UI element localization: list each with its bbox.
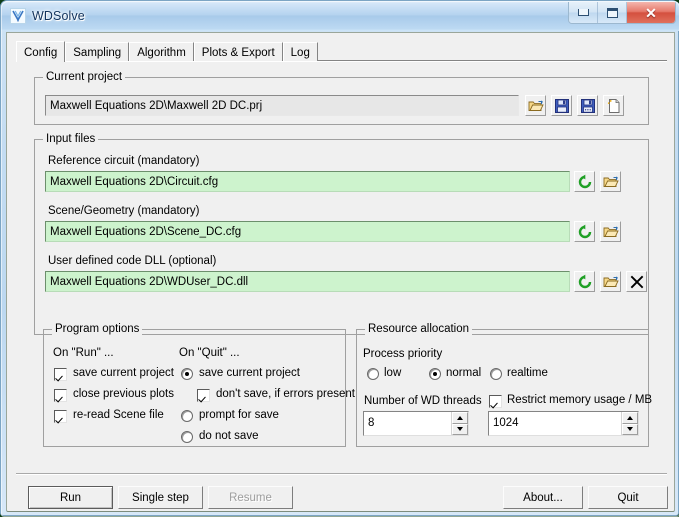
radio-quit-save-current-project[interactable] bbox=[181, 368, 193, 380]
save-project-button[interactable] bbox=[551, 95, 572, 116]
scene-geometry-label: Scene/Geometry (mandatory) bbox=[48, 205, 200, 217]
label-priority-normal: normal bbox=[446, 367, 482, 379]
checkbox-quit-dont-save-if-errors[interactable] bbox=[197, 389, 210, 402]
tab-strip: Config Sampling Algorithm Plots & Export… bbox=[16, 41, 667, 62]
program-options-group-title: Program options bbox=[52, 323, 143, 335]
run-button[interactable]: Run bbox=[28, 486, 113, 509]
radio-priority-normal[interactable] bbox=[429, 368, 441, 380]
checkbox-run-close-previous-plots[interactable] bbox=[54, 389, 67, 402]
scene-geometry-browse-button[interactable] bbox=[600, 221, 621, 242]
minimize-button[interactable] bbox=[569, 2, 598, 23]
label-restrict-memory: Restrict memory usage / MB bbox=[507, 394, 653, 406]
user-dll-label: User defined code DLL (optional) bbox=[48, 255, 217, 267]
close-x-icon: ✕ bbox=[645, 4, 657, 21]
memory-decrement-button[interactable] bbox=[622, 423, 638, 435]
reference-circuit-reload-button[interactable] bbox=[574, 171, 595, 192]
open-folder-icon bbox=[603, 175, 619, 187]
reload-refresh-icon bbox=[578, 224, 591, 238]
reference-circuit-browse-button[interactable] bbox=[600, 171, 621, 192]
tab-plots-export[interactable]: Plots & Export bbox=[193, 42, 283, 61]
label-run-save-current-project: save current project bbox=[73, 367, 174, 379]
client-area: Config Sampling Algorithm Plots & Export… bbox=[6, 32, 675, 512]
tab-sampling[interactable]: Sampling bbox=[65, 42, 130, 61]
threads-label: Number of WD threads bbox=[364, 395, 482, 407]
current-project-path-field[interactable]: Maxwell Equations 2D\Maxwell 2D DC.prj bbox=[45, 95, 519, 116]
chevron-down-icon bbox=[457, 427, 463, 432]
application-window: WDSolve ✕ Config Sampling Algorithm Plot… bbox=[0, 0, 679, 516]
process-priority-label: Process priority bbox=[363, 348, 443, 360]
threads-value[interactable]: 8 bbox=[364, 412, 451, 435]
footer-button-bar: Run Single step Resume About... Quit bbox=[7, 479, 674, 513]
quit-button[interactable]: Quit bbox=[588, 486, 668, 509]
new-file-icon bbox=[607, 98, 619, 113]
scene-geometry-field[interactable]: Maxwell Equations 2D\Scene_DC.cfg bbox=[45, 221, 570, 242]
reference-circuit-field[interactable]: Maxwell Equations 2D\Circuit.cfg bbox=[45, 171, 570, 192]
label-quit-do-not-save: do not save bbox=[199, 430, 259, 442]
save-floppy-icon bbox=[554, 98, 569, 113]
memory-stepper[interactable]: 1024 bbox=[488, 411, 639, 436]
single-step-button[interactable]: Single step bbox=[118, 486, 203, 509]
label-quit-prompt-for-save: prompt for save bbox=[199, 409, 279, 421]
tab-log[interactable]: Log bbox=[282, 42, 318, 61]
radio-priority-low[interactable] bbox=[367, 368, 379, 380]
user-dll-browse-button[interactable] bbox=[600, 271, 621, 292]
threads-stepper[interactable]: 8 bbox=[363, 411, 469, 436]
open-folder-icon bbox=[603, 275, 619, 287]
checkbox-restrict-memory[interactable] bbox=[489, 395, 502, 408]
radio-priority-realtime[interactable] bbox=[490, 368, 502, 380]
save-as-floppy-icon bbox=[580, 98, 595, 113]
maximize-button[interactable] bbox=[598, 2, 627, 23]
label-run-reread-scene-file: re-read Scene file bbox=[73, 409, 164, 421]
user-dll-field[interactable]: Maxwell Equations 2D\WDUser_DC.dll bbox=[45, 271, 570, 292]
about-button[interactable]: About... bbox=[503, 486, 583, 509]
scene-geometry-reload-button[interactable] bbox=[574, 221, 595, 242]
input-files-group-title: Input files bbox=[43, 133, 99, 145]
close-x-icon bbox=[630, 275, 643, 288]
threads-stepper-buttons bbox=[451, 412, 468, 435]
on-quit-heading: On "Quit" ... bbox=[179, 347, 240, 359]
reference-circuit-label: Reference circuit (mandatory) bbox=[48, 155, 200, 167]
save-project-as-button[interactable] bbox=[577, 95, 598, 116]
new-project-button[interactable] bbox=[603, 95, 624, 116]
open-folder-icon bbox=[528, 99, 544, 111]
tab-config[interactable]: Config bbox=[16, 41, 66, 62]
resume-button: Resume bbox=[208, 486, 293, 509]
checkbox-run-reread-scene-file[interactable] bbox=[54, 410, 67, 423]
label-quit-dont-save-if-errors: don't save, if errors present bbox=[216, 388, 355, 400]
threads-decrement-button[interactable] bbox=[452, 423, 468, 435]
threads-increment-button[interactable] bbox=[452, 412, 468, 424]
window-controls: ✕ bbox=[568, 2, 676, 24]
close-button[interactable]: ✕ bbox=[627, 2, 675, 23]
reload-refresh-icon bbox=[578, 174, 591, 188]
chevron-down-icon bbox=[627, 427, 633, 432]
checkbox-run-save-current-project[interactable] bbox=[54, 368, 67, 381]
label-quit-save-current-project: save current project bbox=[199, 367, 300, 379]
memory-stepper-buttons bbox=[621, 412, 638, 435]
label-run-close-previous-plots: close previous plots bbox=[73, 388, 174, 400]
radio-quit-do-not-save[interactable] bbox=[181, 431, 193, 443]
wdsolve-logo-icon bbox=[10, 8, 26, 24]
minimize-icon bbox=[577, 9, 589, 16]
open-folder-icon bbox=[603, 225, 619, 237]
open-project-button[interactable] bbox=[525, 95, 546, 116]
maximize-icon bbox=[606, 7, 618, 18]
title-bar[interactable]: WDSolve ✕ bbox=[1, 1, 679, 31]
footer-separator bbox=[16, 473, 667, 475]
window-title: WDSolve bbox=[32, 9, 85, 23]
radio-quit-prompt-for-save[interactable] bbox=[181, 410, 193, 422]
label-priority-low: low bbox=[384, 367, 402, 379]
tab-algorithm[interactable]: Algorithm bbox=[129, 42, 194, 61]
current-project-group-title: Current project bbox=[43, 71, 126, 83]
memory-value[interactable]: 1024 bbox=[489, 412, 621, 435]
reload-refresh-icon bbox=[578, 274, 591, 288]
memory-increment-button[interactable] bbox=[622, 412, 638, 424]
resource-allocation-group-title: Resource allocation bbox=[365, 323, 473, 335]
user-dll-reload-button[interactable] bbox=[574, 271, 595, 292]
chevron-up-icon bbox=[457, 415, 463, 420]
chevron-up-icon bbox=[627, 415, 633, 420]
on-run-heading: On "Run" ... bbox=[53, 347, 114, 359]
user-dll-clear-button[interactable] bbox=[626, 271, 647, 292]
label-priority-realtime: realtime bbox=[507, 367, 548, 379]
